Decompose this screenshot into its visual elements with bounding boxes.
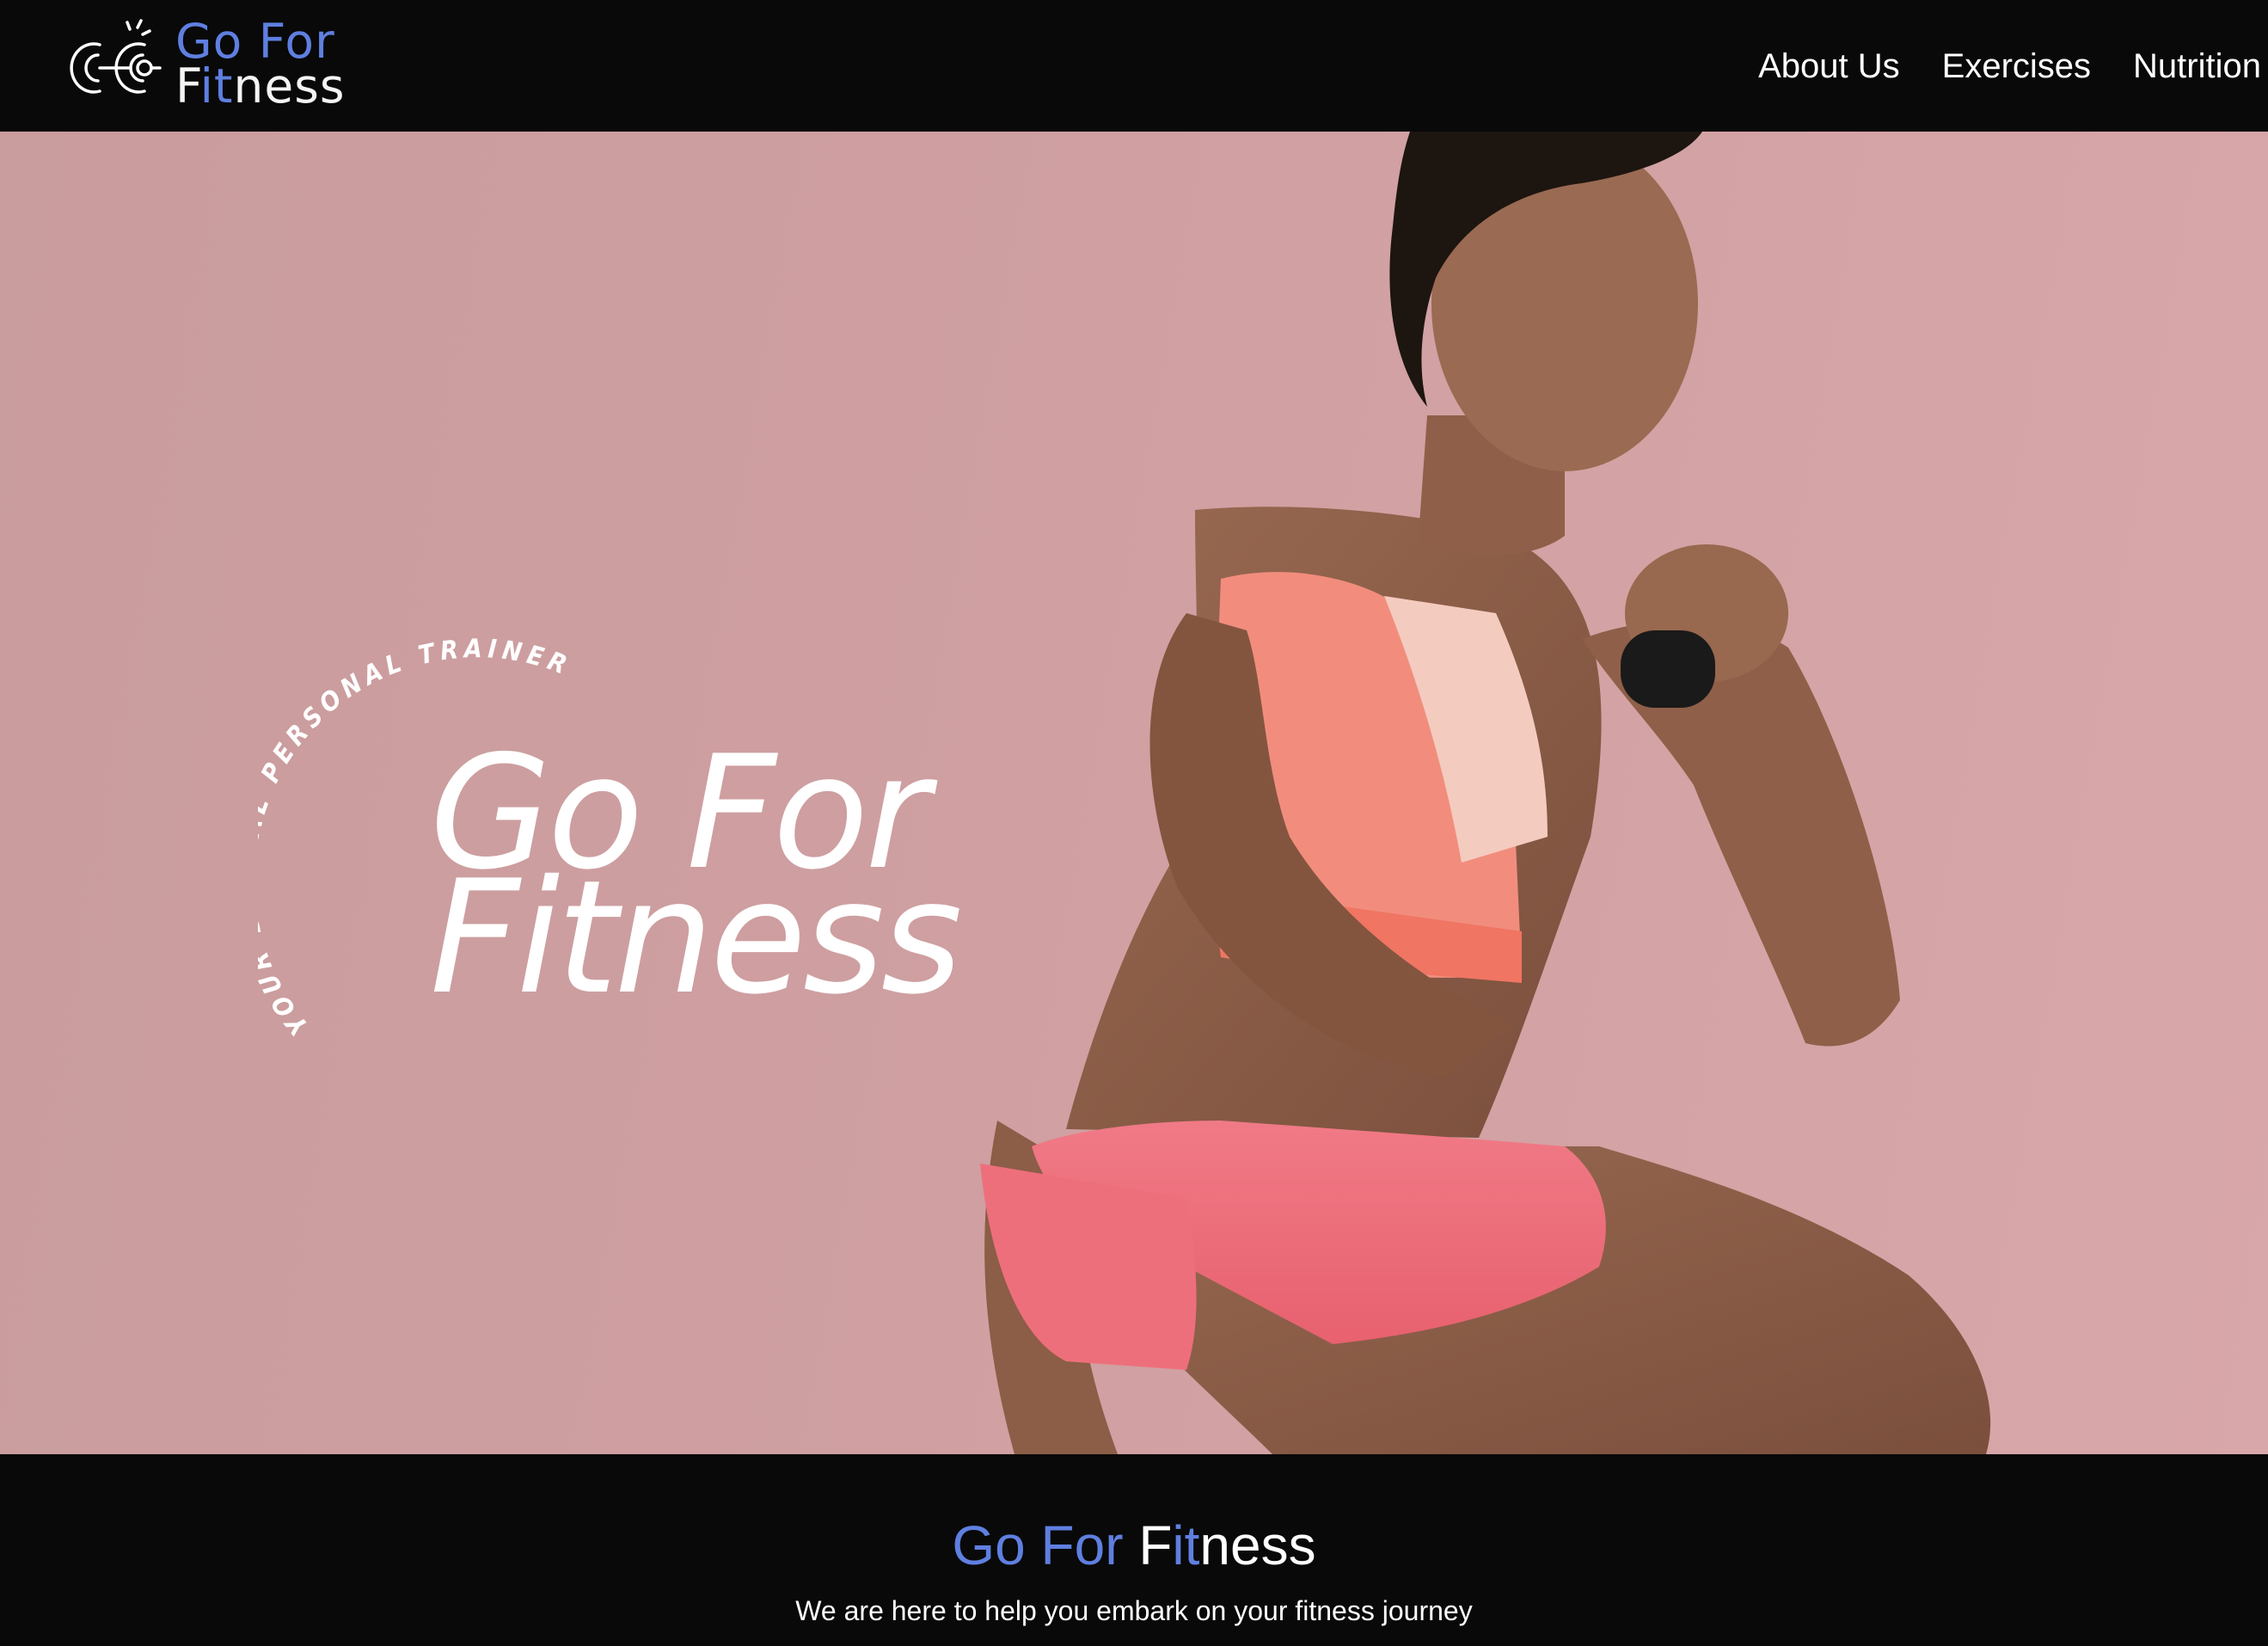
intro-title-f: F — [1138, 1514, 1173, 1576]
nav-about-us[interactable]: About Us — [1758, 49, 1900, 83]
hero-section: YOUR DIGITAL PERSONAL TRAINER Go For Fit… — [0, 132, 2268, 1454]
intro-tagline: We are here to help you embark on your f… — [795, 1595, 1473, 1626]
main-nav: About Us Exercises Nutrition — [1758, 0, 2268, 132]
intro-title-it: it — [1172, 1514, 1200, 1576]
logo-letters-it: it — [199, 58, 234, 114]
dumbbell-icon — [70, 19, 162, 94]
hero-title-line-2: Fitness — [430, 846, 963, 1029]
intro-title-ness: ness — [1199, 1514, 1316, 1576]
site-header: Go For Fitness About Us Exercises Nutrit… — [0, 0, 2268, 132]
nav-exercises[interactable]: Exercises — [1942, 49, 2091, 83]
nav-nutrition[interactable]: Nutrition — [2133, 49, 2261, 83]
intro-title: Go For Fitness — [0, 1518, 2268, 1573]
logo-letters-ness: ness — [233, 58, 346, 114]
logo-line-2: Fitness — [175, 63, 365, 110]
site-logo[interactable]: Go For Fitness — [65, 18, 345, 114]
intro-title-go-for: Go For — [952, 1514, 1139, 1576]
logo-letter-f: F — [175, 58, 200, 114]
intro-section: Go For Fitness We are here to help you e… — [0, 1454, 2268, 1646]
logo-line-1: Go For — [175, 14, 335, 69]
hero-title: Go For Fitness — [430, 734, 963, 1029]
logo-wordmark: Go For Fitness — [175, 14, 365, 110]
page: Go For Fitness About Us Exercises Nutrit… — [0, 0, 2268, 1646]
